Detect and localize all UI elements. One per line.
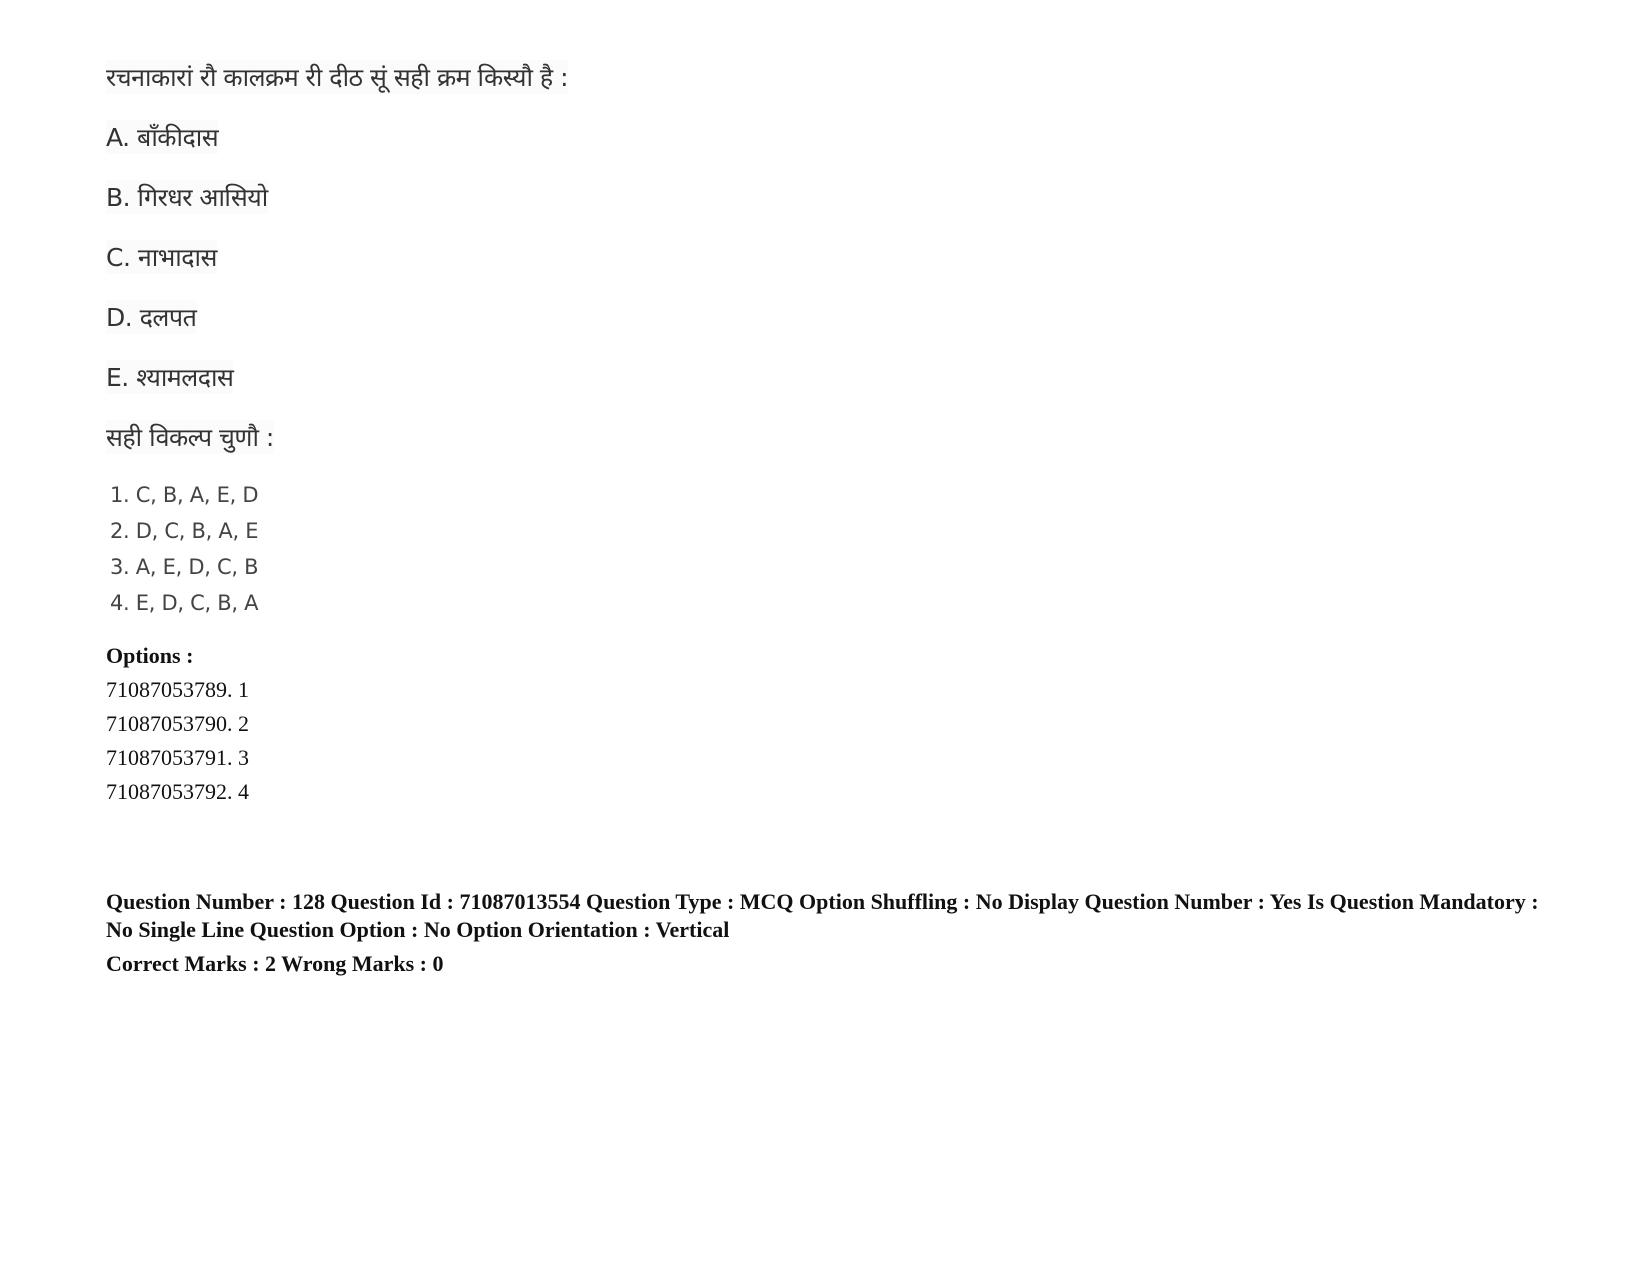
option-2: 71087053790. 2 bbox=[106, 711, 249, 736]
question-meta: Question Number : 128 Question Id : 7108… bbox=[106, 889, 1539, 942]
instruction: सही विकल्प चुणौ : bbox=[106, 420, 274, 454]
item-d: D. दलपत bbox=[106, 300, 197, 334]
option-4: 71087053792. 4 bbox=[106, 779, 249, 804]
options-heading: Options : bbox=[106, 643, 194, 668]
item-a: A. बाँकीदास bbox=[106, 120, 219, 154]
item-b: B. गिरधर आसियो bbox=[106, 180, 268, 214]
question-stem: रचनाकारां रौ कालक्रम री दीठ सूं सही क्रम… bbox=[106, 60, 569, 94]
choice-4: 4. E, D, C, B, A bbox=[110, 591, 259, 615]
item-c: C. नाभादास bbox=[106, 240, 217, 274]
choice-3: 3. A, E, D, C, B bbox=[110, 555, 259, 579]
marks-info: Correct Marks : 2 Wrong Marks : 0 bbox=[106, 951, 444, 976]
option-3: 71087053791. 3 bbox=[106, 745, 249, 770]
option-1: 71087053789. 1 bbox=[106, 677, 249, 702]
choice-1: 1. C, B, A, E, D bbox=[110, 483, 259, 507]
choice-2: 2. D, C, B, A, E bbox=[110, 519, 259, 543]
item-e: E. श्यामलदास bbox=[106, 360, 234, 394]
